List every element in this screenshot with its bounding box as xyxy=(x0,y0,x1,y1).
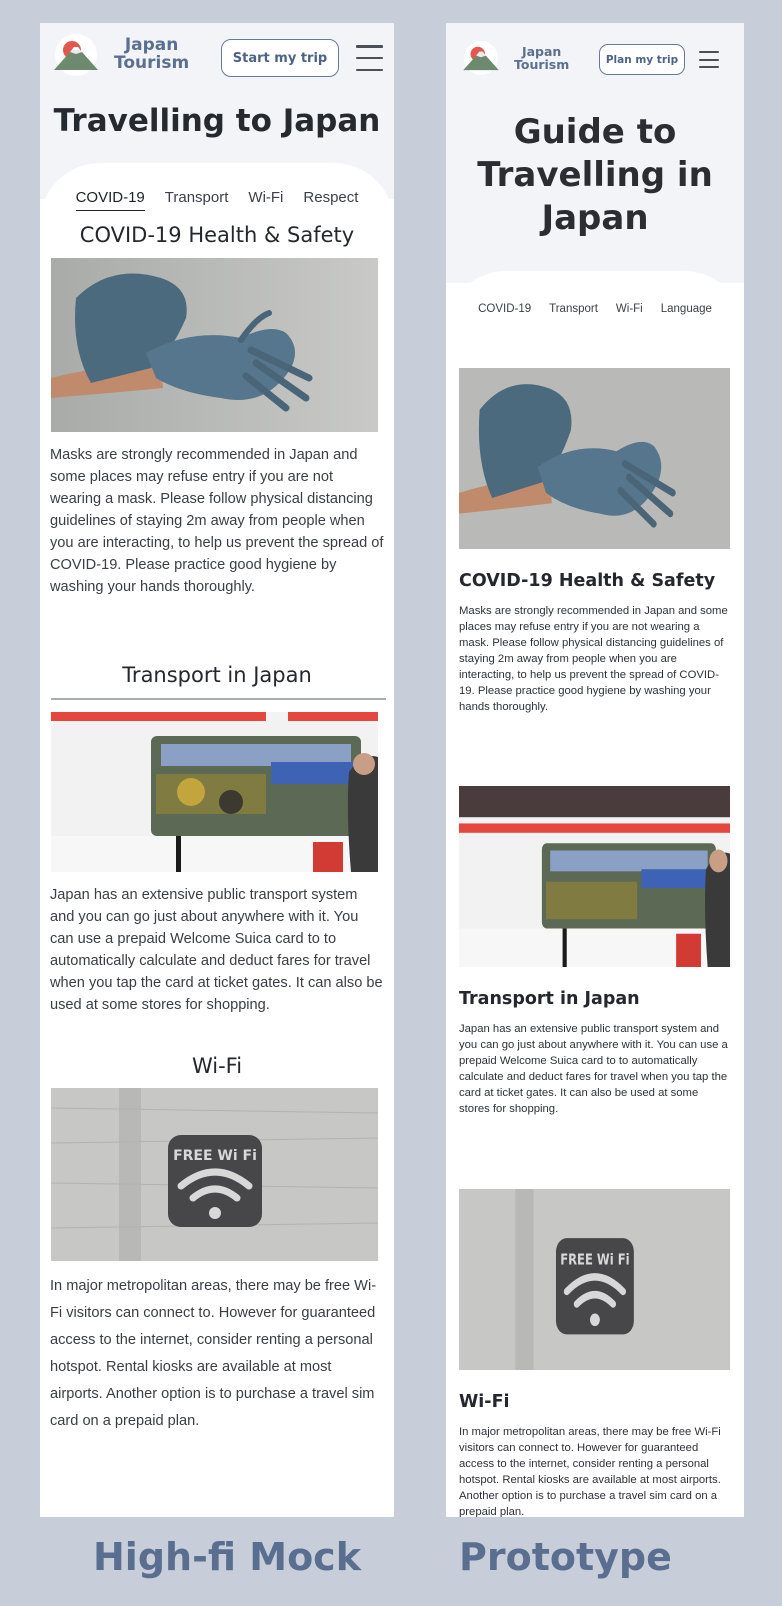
prototype-screen: Japan Tourism Plan my trip Guide to Trav… xyxy=(446,23,744,1517)
page-title: Guide to Travelling in Japan xyxy=(446,111,744,240)
plan-trip-button[interactable]: Plan my trip xyxy=(599,44,685,75)
gloves-photo xyxy=(51,258,378,432)
section-heading: Transport in Japan xyxy=(459,989,640,1009)
wifi-photo: FREE Wi Fi xyxy=(51,1088,378,1261)
tab-covid[interactable]: COVID-19 xyxy=(478,303,531,315)
section-transport: Transport in Japan Japan has an extensiv… xyxy=(40,663,394,1016)
gloves-photo xyxy=(459,368,730,549)
tab-transport[interactable]: Transport xyxy=(165,189,229,211)
mount-fuji-icon xyxy=(463,41,499,75)
page-title: Travelling to Japan xyxy=(53,103,381,139)
section-tabs: COVID-19 Transport Wi-Fi Language xyxy=(446,303,744,315)
wifi-photo: FREE Wi Fi xyxy=(459,1189,730,1370)
section-wifi: Wi-Fi FREE Wi Fi In major metropolitan a… xyxy=(40,1054,394,1435)
title-line-1: Guide to xyxy=(513,112,677,152)
logo[interactable]: Japan Tourism xyxy=(460,41,569,75)
wifi-sign-text: FREE Wi Fi xyxy=(173,1148,257,1164)
title-line-2: Travelling in xyxy=(477,155,713,195)
hamburger-menu-icon[interactable] xyxy=(699,51,719,68)
logo[interactable]: Japan Tourism xyxy=(50,34,189,76)
section-heading: Wi-Fi xyxy=(191,1054,243,1078)
brand-name: Japan Tourism xyxy=(114,36,190,73)
mount-fuji-icon xyxy=(54,34,98,76)
tab-wifi[interactable]: Wi-Fi xyxy=(248,189,283,211)
title-line-3: Japan xyxy=(541,198,649,238)
section-text: Japan has an extensive public transport … xyxy=(50,887,383,1013)
section-text: Masks are strongly recommended in Japan … xyxy=(459,605,728,713)
brand-line-2: Tourism xyxy=(114,53,190,73)
section-heading: Wi-Fi xyxy=(459,1392,510,1412)
train-photo xyxy=(459,786,730,967)
section-tabs: COVID-19 Transport Wi-Fi Respect xyxy=(40,189,394,211)
train-photo xyxy=(51,712,378,872)
section-covid: COVID-19 Health & Safety Masks are stron… xyxy=(40,223,394,598)
tab-covid[interactable]: COVID-19 xyxy=(75,189,145,211)
section-text: In major metropolitan areas, there may b… xyxy=(459,1426,721,1517)
section-heading: Transport in Japan xyxy=(122,663,312,687)
start-trip-button[interactable]: Start my trip xyxy=(221,39,339,77)
wifi-sign-text: FREE Wi Fi xyxy=(560,1252,629,1269)
section-wifi: FREE Wi Fi Wi-Fi In major metropolitan a… xyxy=(446,1189,744,1517)
tab-respect[interactable]: Respect xyxy=(303,189,358,211)
divider xyxy=(51,698,386,700)
section-text: Masks are strongly recommended in Japan … xyxy=(50,447,384,595)
section-text: Japan has an extensive public transport … xyxy=(459,1023,728,1115)
content-sheet xyxy=(446,271,744,331)
tab-transport[interactable]: Transport xyxy=(549,303,598,315)
tab-wifi[interactable]: Wi-Fi xyxy=(616,303,643,315)
tab-language[interactable]: Language xyxy=(661,303,712,315)
header-area: Japan Tourism Plan my trip Guide to Trav… xyxy=(446,23,744,283)
section-heading: COVID-19 Health & Safety xyxy=(459,571,716,591)
section-transport: Transport in Japan Japan has an extensiv… xyxy=(446,786,744,1117)
mock-screen: Japan Tourism Start my trip Travelling t… xyxy=(40,23,394,1517)
section-heading: COVID-19 Health & Safety xyxy=(79,223,355,247)
brand-name: Japan Tourism xyxy=(514,45,569,71)
brand-line-2: Tourism xyxy=(514,57,570,72)
section-covid: COVID-19 Health & Safety Masks are stron… xyxy=(446,368,744,715)
header-area: Japan Tourism Start my trip Travelling t… xyxy=(40,23,394,223)
caption-high-fi-mock: High-fi Mock xyxy=(93,1535,361,1579)
hamburger-menu-icon[interactable] xyxy=(356,45,383,71)
caption-prototype: Prototype xyxy=(459,1535,672,1579)
section-text: In major metropolitan areas, there may b… xyxy=(50,1278,377,1429)
